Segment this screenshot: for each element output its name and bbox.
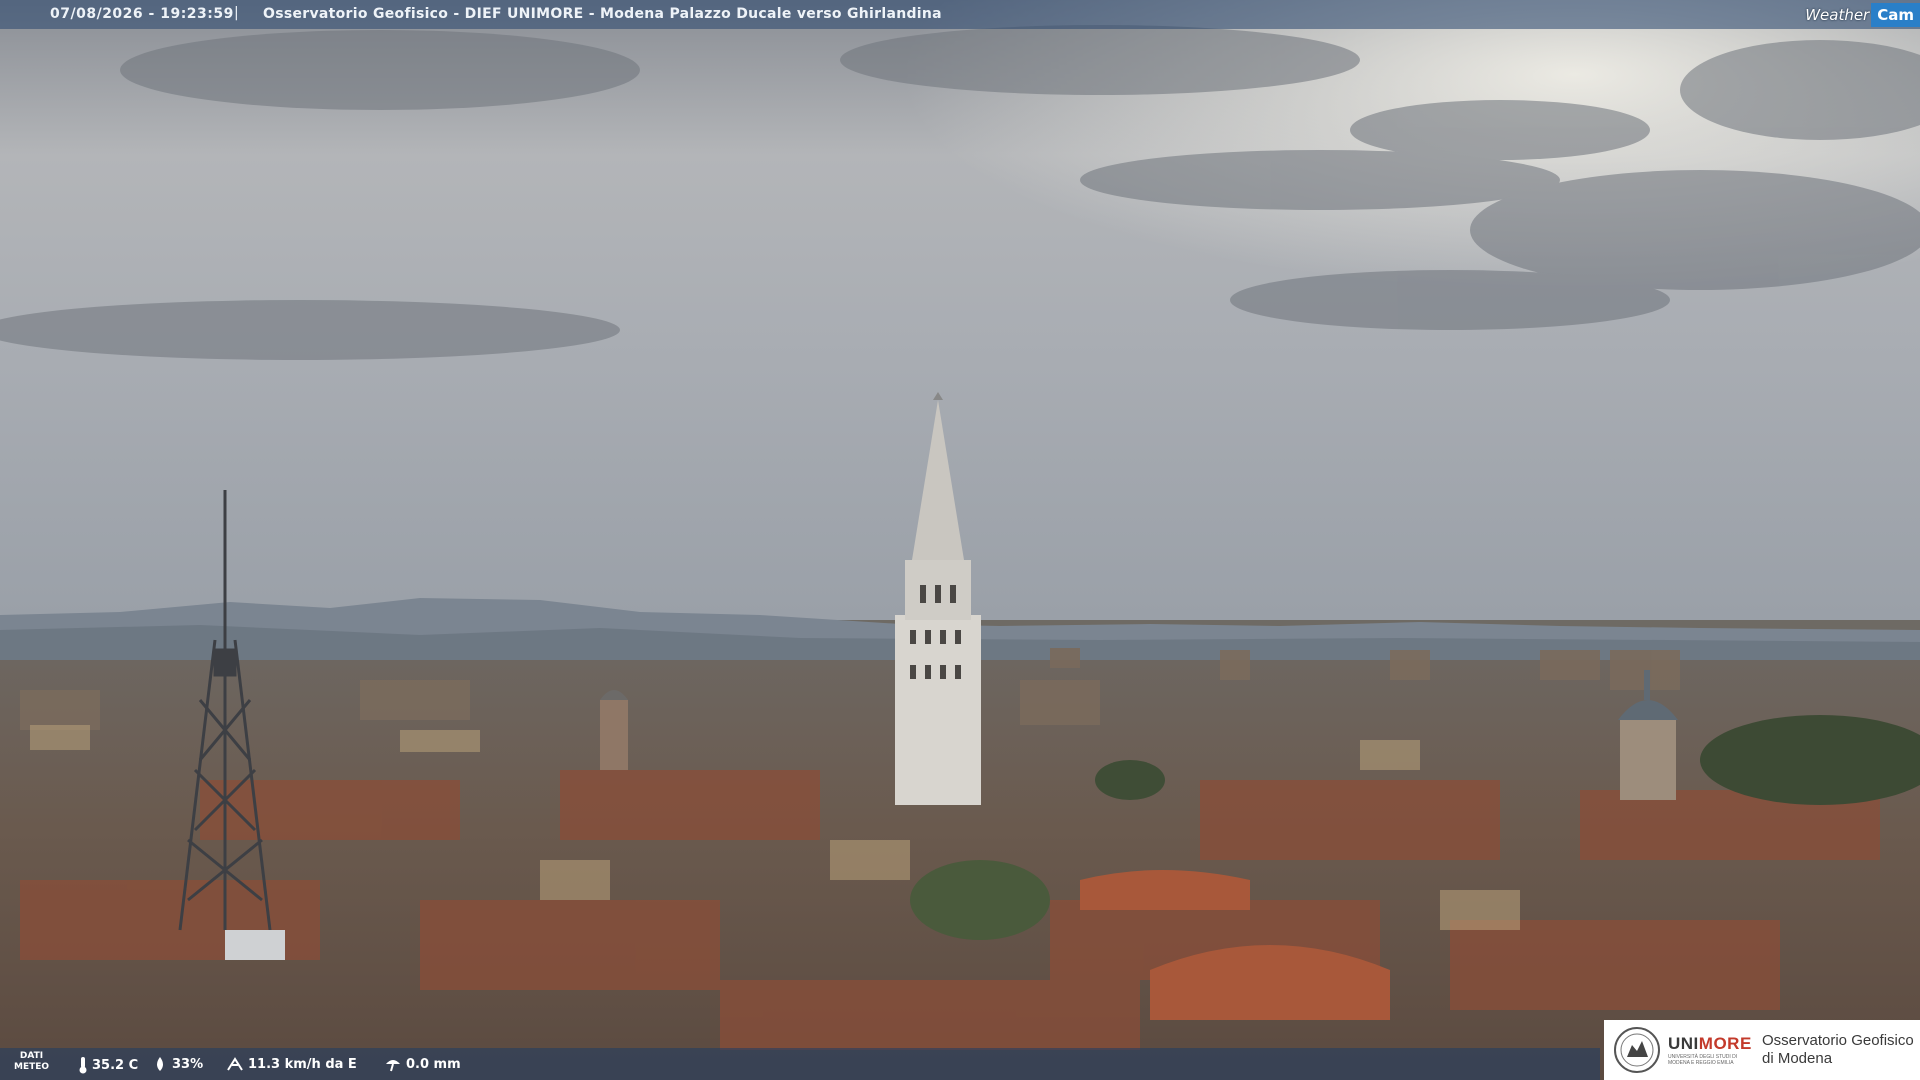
camera-title: Osservatorio Geofisico - DIEF UNIMORE - …	[263, 6, 942, 22]
unimore-seal-icon	[1614, 1027, 1660, 1073]
observatory-name: Osservatorio Geofisico di Modena	[1762, 1032, 1914, 1067]
weather-data-bar: DATI METEO 35.2 C 33% 11.3 km/h da E 0.0…	[0, 1048, 1600, 1080]
brand-cam: Cam	[1871, 2, 1920, 27]
timestamp: 07/08/2026 - 19:23:59	[50, 6, 234, 22]
top-overlay-bar: 07/08/2026 - 19:23:59 | Osservatorio Geo…	[0, 0, 1920, 29]
temperature-reading: 35.2 C	[78, 1056, 138, 1074]
weathercam-logo: Weather Cam	[1805, 0, 1920, 29]
webcam-image	[0, 0, 1920, 1080]
rain-gauge-icon	[386, 1060, 400, 1072]
rain-reading: 0.0 mm	[384, 1056, 461, 1072]
weather-label: DATI METEO	[14, 1051, 50, 1072]
separator: |	[234, 5, 239, 21]
brand-weather: Weather	[1805, 5, 1870, 24]
humidity-reading: 33%	[152, 1056, 203, 1072]
wind-reading: 11.3 km/h da E	[226, 1056, 357, 1072]
unimore-wordmark: UNIMORE UNIVERSITÀ DEGLI STUDI DI MODENA…	[1668, 1034, 1752, 1066]
droplet-icon	[157, 1057, 163, 1071]
unimore-observatory-logo: UNIMORE UNIVERSITÀ DEGLI STUDI DI MODENA…	[1604, 1020, 1920, 1080]
wind-icon	[227, 1057, 243, 1071]
thermometer-icon	[79, 1057, 87, 1074]
